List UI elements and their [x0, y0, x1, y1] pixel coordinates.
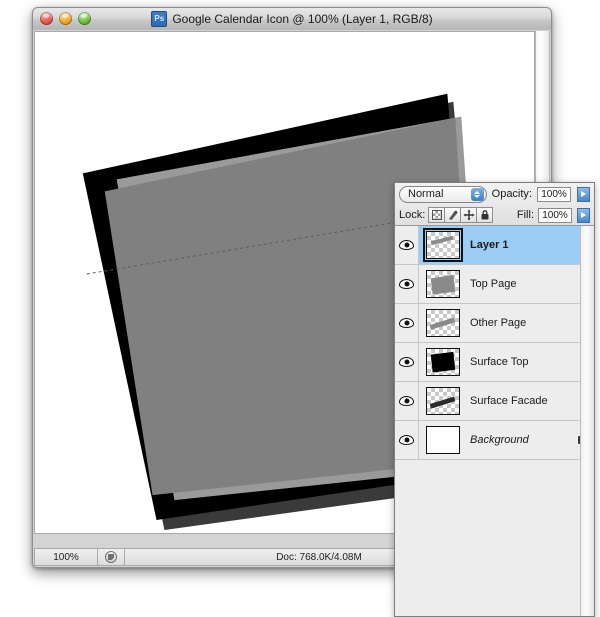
eye-icon [399, 279, 414, 289]
lock-label: Lock: [399, 209, 426, 221]
lock-all-icon[interactable] [476, 207, 494, 223]
lock-row: Lock: Fill: 100% [395, 205, 594, 225]
layer-thumbnail [425, 270, 460, 298]
blend-mode-row: Normal Opacity: 100% [395, 183, 594, 205]
layer-thumbnail-cell[interactable] [419, 348, 466, 376]
layer-row[interactable]: Surface Top [395, 343, 594, 382]
chevron-down-icon [474, 194, 481, 198]
chevron-updown-icon[interactable] [470, 187, 484, 201]
layer-visibility-toggle[interactable] [395, 265, 419, 303]
layer-visibility-toggle[interactable] [395, 226, 419, 264]
zoom-level[interactable]: 100% [35, 549, 98, 565]
layers-vertical-scrollbar[interactable] [580, 226, 594, 616]
padlock-glyph [481, 210, 489, 220]
layers-panel-header: Normal Opacity: 100% Lock: Fill: 100% [395, 183, 594, 226]
window-title: Google Calendar Icon @ 100% (Layer 1, RG… [172, 12, 433, 26]
layer-row[interactable]: Top Page [395, 265, 594, 304]
close-button[interactable] [40, 12, 53, 25]
opacity-input[interactable]: 100% [537, 186, 571, 202]
layer-row[interactable]: Other Page [395, 304, 594, 343]
layer-thumbnail [425, 348, 460, 376]
zoom-button[interactable] [78, 12, 91, 25]
screen: Ps Google Calendar Icon @ 100% (Layer 1,… [0, 0, 600, 617]
layer-thumbnail-cell[interactable] [419, 228, 466, 262]
layer-thumbnail-cell[interactable] [419, 426, 466, 454]
photoshop-icon: Ps [151, 11, 168, 27]
minimize-button[interactable] [59, 12, 72, 25]
layer-name: Surface Top [470, 356, 529, 368]
eye-icon [399, 396, 414, 406]
layer-row[interactable]: Background [395, 421, 594, 460]
layer-visibility-toggle[interactable] [395, 304, 419, 342]
blend-mode-select[interactable]: Normal [399, 185, 487, 203]
layer-visibility-toggle[interactable] [395, 382, 419, 420]
layer-name: Top Page [470, 278, 517, 290]
layer-list: Layer 1 Top Page Other Page Surface Top Surf… [395, 226, 594, 616]
chevron-up-icon [474, 190, 481, 194]
blend-mode-value: Normal [408, 188, 444, 200]
lock-image-pixels-icon[interactable] [444, 207, 462, 223]
layers-panel: Normal Opacity: 100% Lock: Fill: 100% La… [394, 182, 595, 617]
eye-icon [399, 357, 414, 367]
lock-position-icon[interactable] [460, 207, 478, 223]
layer-thumbnail [425, 426, 460, 454]
fill-input[interactable]: 100% [538, 207, 572, 223]
eye-icon [399, 318, 414, 328]
document-sizes-icon[interactable] [98, 549, 125, 565]
brush-glyph [448, 210, 458, 220]
opacity-label: Opacity: [491, 188, 532, 200]
layer-visibility-toggle[interactable] [395, 421, 419, 459]
window-title-group: Ps Google Calendar Icon @ 100% (Layer 1,… [33, 8, 551, 30]
opacity-slider-button[interactable] [577, 186, 590, 202]
triangle-right-icon [581, 212, 586, 218]
layer-name: Other Page [470, 317, 527, 329]
lock-transparent-pixels-icon[interactable] [428, 207, 446, 223]
move-arrows-glyph [463, 209, 475, 221]
eye-icon [399, 240, 414, 250]
fill-slider-button[interactable] [577, 207, 590, 223]
fill-label: Fill: [516, 209, 534, 221]
layer-thumbnail [425, 387, 460, 415]
layer-thumbnail [422, 228, 463, 262]
layer-thumbnail-cell[interactable] [419, 309, 466, 337]
triangle-right-icon [581, 191, 586, 197]
layer-row[interactable]: Surface Facade [395, 382, 594, 421]
layer-name: Layer 1 [470, 239, 509, 251]
layer-thumbnail-cell[interactable] [419, 270, 466, 298]
page-glyph [105, 551, 117, 563]
layer-name: Background [470, 434, 529, 446]
eye-icon [399, 435, 414, 445]
layer-thumbnail [425, 309, 460, 337]
layer-row[interactable]: Layer 1 [395, 226, 594, 265]
window-titlebar[interactable]: Ps Google Calendar Icon @ 100% (Layer 1,… [33, 8, 551, 31]
layer-thumbnail-cell[interactable] [419, 387, 466, 415]
window-controls [40, 12, 91, 25]
layer-visibility-toggle[interactable] [395, 343, 419, 381]
layer-name: Surface Facade [470, 395, 548, 407]
checker-glyph [431, 210, 442, 220]
lock-button-group [428, 207, 494, 223]
